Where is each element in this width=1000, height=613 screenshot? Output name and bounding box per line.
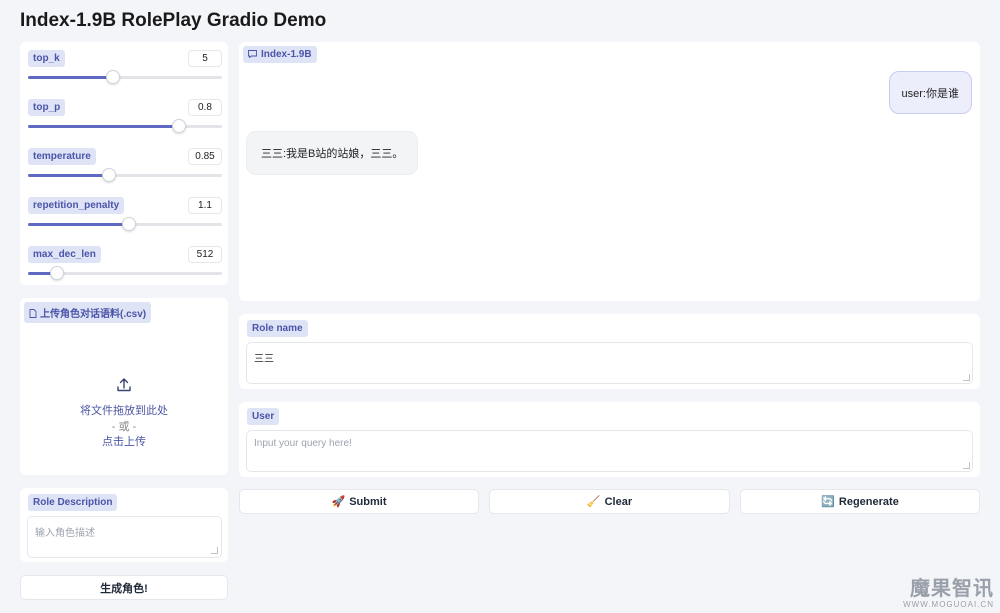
upload-or-text: - 或 - [111,421,137,433]
bot-message: 三三:我是B站的站娘，三三。 [246,131,419,175]
slider-fill [28,174,110,177]
slider-thumb[interactable] [102,168,117,182]
slider-top-p[interactable]: top_p 0.8 [28,99,222,143]
upload-label: 上传角色对话语料(.csv) [24,302,152,323]
slider-track[interactable] [28,217,222,231]
slider-label: temperature [28,148,96,165]
repetition-penalty-number-input[interactable]: 1.1 [188,197,222,214]
resize-grip[interactable] [963,462,970,469]
submit-button[interactable]: 🚀 Submit [239,489,479,514]
slider-max-dec-len[interactable]: max_dec_len 512 [28,246,222,290]
parameters-panel: top_k 5 top_p 0.8 temperature 0.85 repet… [20,42,228,285]
slider-track[interactable] [28,119,222,133]
clear-label: Clear [604,495,633,508]
slider-label: top_k [28,50,65,67]
role-name-input[interactable]: 三三 [246,342,973,384]
slider-thumb[interactable] [106,70,121,84]
regenerate-label: Regenerate [838,495,899,508]
slider-label: max_dec_len [28,246,101,263]
user-input-panel: User Input your query here! [239,402,980,477]
watermark-url: WWW.MOGUOAI.CN [903,600,994,609]
upload-drop-text: 将文件拖放到此处 [80,405,168,417]
temperature-number-input[interactable]: 0.85 [188,148,222,165]
slider-repetition-penalty[interactable]: repetition_penalty 1.1 [28,197,222,241]
user-message: user:你是谁 [888,71,972,114]
upload-click-text[interactable]: 点击上传 [20,433,228,449]
rocket-icon: 🚀 [331,496,346,508]
role-name-panel: Role name 三三 [239,314,980,389]
slider-label: repetition_penalty [28,197,125,214]
generate-role-button[interactable]: 生成角色! [20,575,228,600]
file-upload-dropzone[interactable]: 上传角色对话语料(.csv) 将文件拖放到此处 - 或 - 点击上传 [20,298,228,475]
chatbot-panel: Index-1.9B user:你是谁 三三:我是B站的站娘，三三。 [239,42,980,301]
slider-temperature[interactable]: temperature 0.85 [28,148,222,192]
broom-icon: 🧹 [586,496,601,508]
slider-thumb[interactable] [121,217,136,231]
generate-role-label: 生成角色! [100,582,148,595]
slider-thumb[interactable] [50,266,65,280]
upload-label-text: 上传角色对话语料(.csv) [40,309,147,320]
user-query-input[interactable]: Input your query here! [246,430,973,472]
chat-icon [248,50,257,59]
slider-track[interactable] [28,70,222,84]
top-p-number-input[interactable]: 0.8 [188,99,222,116]
chatbot-label-text: Index-1.9B [261,49,312,60]
upload-icon [117,378,131,392]
submit-label: Submit [349,495,387,508]
page-title: Index-1.9B RolePlay Gradio Demo [20,10,327,31]
max-dec-len-number-input[interactable]: 512 [188,246,222,263]
resize-grip[interactable] [211,547,218,554]
role-description-panel: Role Description 输入角色描述 [20,488,228,562]
clear-button[interactable]: 🧹 Clear [489,489,730,514]
role-name-label: Role name [247,320,308,337]
slider-top-k[interactable]: top_k 5 [28,50,222,94]
slider-fill [28,125,180,128]
role-description-input[interactable]: 输入角色描述 [27,516,222,558]
slider-thumb[interactable] [172,119,187,133]
chatbot-label: Index-1.9B [243,46,317,63]
user-input-label: User [247,408,280,425]
slider-track[interactable] [28,266,222,280]
slider-fill [28,223,129,226]
role-description-label: Role Description [28,494,118,511]
top-k-number-input[interactable]: 5 [188,50,222,67]
regenerate-button[interactable]: 🔄 Regenerate [740,489,980,514]
slider-track[interactable] [28,168,222,182]
file-icon [29,309,37,318]
slider-label: top_p [28,99,66,116]
slider-fill [28,76,114,79]
resize-grip[interactable] [963,374,970,381]
watermark: 魔果智讯 WWW.MOGUOAI.CN [903,579,994,609]
watermark-main: 魔果智讯 [910,578,994,600]
refresh-icon: 🔄 [821,496,835,508]
